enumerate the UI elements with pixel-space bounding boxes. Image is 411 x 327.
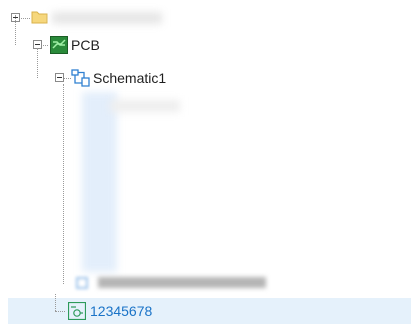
project-tree: PCB Schematic1 12345678 — [0, 0, 411, 327]
tree-item-pcb[interactable]: PCB — [0, 15, 411, 57]
tree-item-label: PCB — [71, 37, 100, 53]
tree-connector — [55, 311, 65, 312]
schematic-icon — [71, 68, 91, 91]
tree-item-blurred-child[interactable] — [0, 274, 411, 298]
tree-connector — [63, 78, 71, 79]
tree-item-label: Schematic1 — [93, 70, 167, 86]
blurred-children — [82, 92, 117, 272]
tree-connector — [15, 15, 16, 45]
component-icon — [67, 301, 87, 323]
tree-connector — [55, 294, 56, 311]
tree-item-root[interactable] — [0, 6, 411, 30]
redacted-text — [110, 100, 180, 112]
tree-item-schematic[interactable]: Schematic1 — [0, 48, 411, 91]
tree-connector — [63, 84, 64, 284]
tree-item-12345678[interactable]: 12345678 — [8, 294, 411, 324]
item-icon — [76, 277, 88, 289]
pcb-board-icon — [50, 36, 68, 57]
folder-icon — [31, 10, 48, 27]
tree-connector — [37, 48, 38, 78]
redacted-text — [98, 277, 266, 288]
tree-item-label: 12345678 — [90, 303, 153, 319]
collapse-toggle-icon[interactable] — [55, 73, 64, 82]
redacted-text — [52, 12, 162, 24]
